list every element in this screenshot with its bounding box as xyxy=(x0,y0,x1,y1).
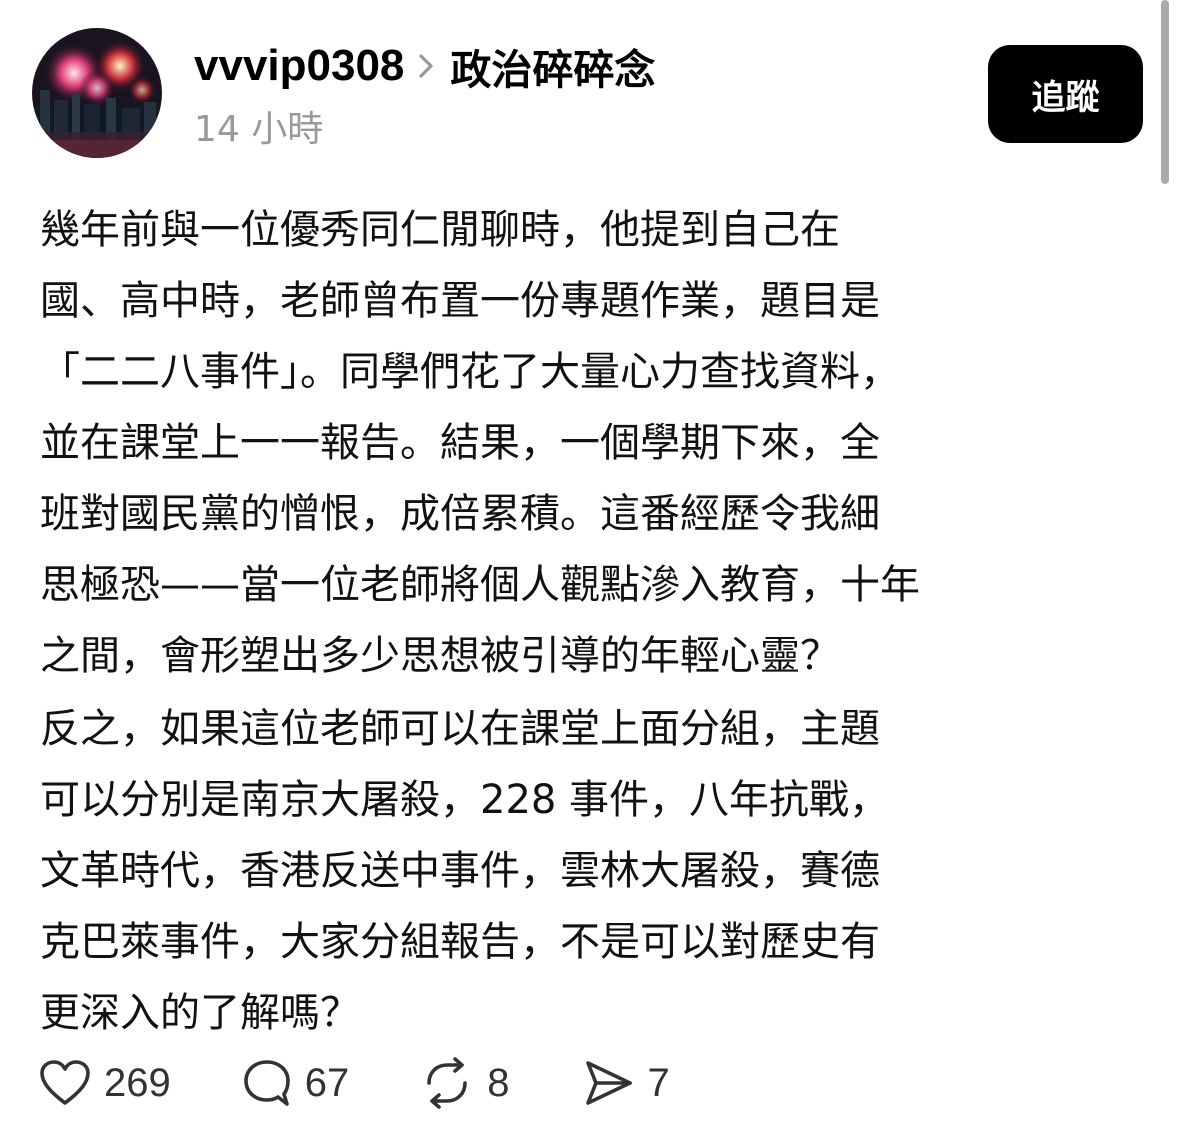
repost-button[interactable]: 8 xyxy=(419,1057,510,1109)
post-header: vvvip0308 政治碎碎念 xyxy=(194,38,655,94)
avatar[interactable] xyxy=(32,28,162,158)
text-line: 文革時代，香港反送中事件，雲林大屠殺，賽德 xyxy=(40,848,880,894)
scrollbar[interactable] xyxy=(1161,0,1169,184)
heart-icon xyxy=(38,1058,92,1108)
text-line: 「二二八事件」。同學們花了大量心力查找資料， xyxy=(40,349,900,395)
username[interactable]: vvvip0308 xyxy=(194,41,404,91)
action-bar: 269 67 8 7 xyxy=(38,1054,670,1112)
comment-bubble-icon xyxy=(241,1057,293,1109)
share-count: 7 xyxy=(647,1060,670,1105)
topic-tag[interactable]: 政治碎碎念 xyxy=(450,36,655,96)
follow-button[interactable]: 追蹤 xyxy=(988,45,1143,143)
text-line: 之間，會形塑出多少思想被引導的年輕心靈？ xyxy=(40,633,840,679)
repost-count: 8 xyxy=(487,1060,510,1105)
like-count: 269 xyxy=(104,1060,171,1105)
post-timestamp: 14 小時 xyxy=(194,109,324,150)
text-line: 更深入的了解嗎？ xyxy=(40,990,360,1036)
paragraph-2: 反之，如果這位老師可以在課堂上面分組，主題 可以分別是南京大屠殺，228 事件，… xyxy=(40,694,1150,1049)
text-line: 並在課堂上一一報告。結果，一個學期下來，全 xyxy=(40,420,880,466)
share-button[interactable]: 7 xyxy=(582,1057,670,1109)
chevron-right-icon xyxy=(418,53,434,79)
paragraph-1: 幾年前與一位優秀同仁閒聊時，他提到自己在 國、高中時，老師曾布置一份專題作業，題… xyxy=(40,195,1150,692)
text-line: 班對國民黨的憎恨，成倍累積。這番經歷令我細 xyxy=(40,491,880,537)
text-line: 幾年前與一位優秀同仁閒聊時，他提到自己在 xyxy=(40,207,840,253)
like-button[interactable]: 269 xyxy=(38,1058,171,1108)
text-line: 思極恐——當一位老師將個人觀點滲入教育，十年 xyxy=(40,562,920,608)
repost-icon xyxy=(419,1057,475,1109)
comment-button[interactable]: 67 xyxy=(241,1057,350,1109)
text-line: 可以分別是南京大屠殺，228 事件，八年抗戰， xyxy=(40,777,890,823)
text-line: 克巴萊事件，大家分組報告，不是可以對歷史有 xyxy=(40,919,880,965)
text-line: 國、高中時，老師曾布置一份專題作業，題目是 xyxy=(40,278,880,324)
post-body: 幾年前與一位優秀同仁閒聊時，他提到自己在 國、高中時，老師曾布置一份專題作業，題… xyxy=(40,195,1150,1049)
text-line: 反之，如果這位老師可以在課堂上面分組，主題 xyxy=(40,706,880,752)
send-icon xyxy=(582,1057,636,1109)
comment-count: 67 xyxy=(304,1060,350,1105)
